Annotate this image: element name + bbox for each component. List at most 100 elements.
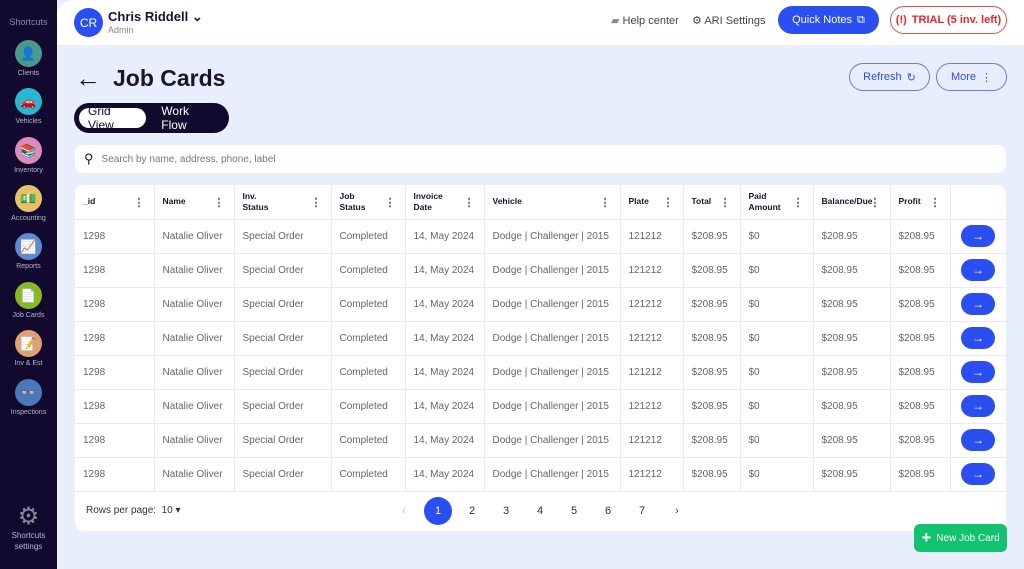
- tab-work-flow[interactable]: Work Flow: [152, 104, 224, 132]
- open-job-card-button[interactable]: →: [961, 225, 995, 247]
- sidebar-item-label: Inv & Est: [14, 360, 43, 367]
- sidebar-item-job-cards[interactable]: 📄 Job Cards: [0, 282, 57, 319]
- user-menu[interactable]: Chris Riddell ⌄: [108, 9, 203, 25]
- shortcuts-settings-button[interactable]: ⚙ Shortcuts settings: [0, 504, 57, 552]
- sidebar: Shortcuts 👤 Clients 🚗 Vehicles 📚 Inventory 💵 Ac…: [0, 0, 57, 569]
- refresh-label: Refresh: [863, 71, 902, 83]
- page-button[interactable]: 5: [560, 497, 588, 525]
- table-cell: $0: [740, 287, 814, 322]
- accounting-icon: 💵: [15, 185, 42, 212]
- table-row[interactable]: 1298 Natalie Oliver Special Order Completed…: [75, 457, 1006, 492]
- trial-button[interactable]: (!) TRIAL (5 inv. left): [890, 6, 1007, 34]
- page-button[interactable]: 2: [458, 497, 486, 525]
- open-job-card-button[interactable]: →: [961, 293, 995, 315]
- column-header[interactable]: Invoice Date ⋮: [405, 185, 485, 220]
- table-row[interactable]: 1298 Natalie Oliver Special Order Completed…: [75, 355, 1006, 390]
- back-arrow-icon[interactable]: ←: [75, 63, 101, 94]
- page-header: ← Job Cards: [75, 63, 225, 94]
- open-job-card-button[interactable]: →: [961, 395, 995, 417]
- table-cell: $208.95: [890, 457, 951, 492]
- column-menu-icon[interactable]: ⋮: [720, 196, 731, 209]
- user-name: Chris Riddell: [108, 9, 189, 24]
- table-cell: Special Order: [234, 287, 332, 322]
- sidebar-item-inspections[interactable]: 👓 Inspections: [0, 379, 57, 416]
- sidebar-item-inventory[interactable]: 📚 Inventory: [0, 137, 57, 174]
- column-header[interactable]: Vehicle ⋮: [484, 185, 621, 220]
- column-header[interactable]: [950, 185, 1006, 220]
- sidebar-item-accounting[interactable]: 💵 Accounting: [0, 185, 57, 222]
- page-button[interactable]: 4: [526, 497, 554, 525]
- column-menu-icon[interactable]: ⋮: [793, 196, 804, 209]
- column-menu-icon[interactable]: ⋮: [600, 196, 611, 209]
- user-role: Admin: [108, 25, 134, 35]
- column-header[interactable]: Job Status ⋮: [331, 185, 406, 220]
- view-toggle: Grid View Work Flow: [74, 103, 229, 133]
- table-cell: Natalie Oliver: [154, 321, 235, 356]
- table-cell: 1298: [75, 219, 155, 254]
- page-button[interactable]: 7: [628, 497, 656, 525]
- help-center-link[interactable]: ▰ Help center: [611, 14, 679, 27]
- table-row[interactable]: 1298 Natalie Oliver Special Order Completed…: [75, 287, 1006, 322]
- sidebar-item-inv-est[interactable]: 📝 Inv & Est: [0, 330, 57, 367]
- column-header[interactable]: Total ⋮: [683, 185, 741, 220]
- sidebar-item-reports[interactable]: 📈 Reports: [0, 233, 57, 270]
- table-row[interactable]: 1298 Natalie Oliver Special Order Completed…: [75, 423, 1006, 458]
- column-header-label: Invoice Date: [413, 190, 443, 212]
- column-menu-icon[interactable]: ⋮: [134, 196, 145, 209]
- column-header[interactable]: Paid Amount ⋮: [740, 185, 814, 220]
- column-header-label: _id: [83, 196, 96, 207]
- sidebar-item-label: Clients: [17, 70, 40, 77]
- column-header[interactable]: Balance/Due ⋮: [813, 185, 891, 220]
- column-menu-icon[interactable]: ⋮: [870, 196, 881, 209]
- table-cell: Completed: [331, 457, 406, 492]
- column-header[interactable]: _id ⋮: [75, 185, 155, 220]
- prev-page-button[interactable]: ‹: [390, 497, 418, 525]
- sidebar-item-clients[interactable]: 👤 Clients: [0, 40, 57, 77]
- page-button[interactable]: 1: [424, 497, 452, 525]
- table-row[interactable]: 1298 Natalie Oliver Special Order Completed…: [75, 253, 1006, 288]
- column-header[interactable]: Profit ⋮: [890, 185, 951, 220]
- avatar[interactable]: CR: [74, 8, 103, 37]
- table-cell: 121212: [620, 457, 684, 492]
- column-menu-icon[interactable]: ⋮: [930, 196, 941, 209]
- table-cell: $208.95: [683, 355, 741, 390]
- column-menu-icon[interactable]: ⋮: [464, 196, 475, 209]
- sidebar-item-vehicles[interactable]: 🚗 Vehicles: [0, 88, 57, 125]
- column-menu-icon[interactable]: ⋮: [385, 196, 396, 209]
- refresh-button[interactable]: Refresh ↻: [849, 63, 930, 91]
- table-cell: Special Order: [234, 253, 332, 288]
- open-job-card-button[interactable]: →: [961, 259, 995, 281]
- next-page-button[interactable]: ›: [663, 497, 691, 525]
- column-header[interactable]: Inv. Status ⋮: [234, 185, 332, 220]
- column-header[interactable]: Name ⋮: [154, 185, 235, 220]
- column-menu-icon[interactable]: ⋮: [663, 196, 674, 209]
- table-cell: $208.95: [813, 219, 891, 254]
- open-job-card-button[interactable]: →: [961, 361, 995, 383]
- gear-icon: ⚙: [17, 503, 40, 530]
- table-row[interactable]: 1298 Natalie Oliver Special Order Completed…: [75, 389, 1006, 424]
- table-cell: $208.95: [683, 321, 741, 356]
- rows-per-page[interactable]: Rows per page: 10 ▾: [86, 505, 181, 516]
- page-button[interactable]: 6: [594, 497, 622, 525]
- ari-settings-link[interactable]: ⚙ ARI Settings: [692, 14, 765, 27]
- quick-notes-button[interactable]: Quick Notes ⧉: [778, 6, 879, 34]
- table-cell: $208.95: [890, 253, 951, 288]
- table-cell: $0: [740, 457, 814, 492]
- tab-grid-view[interactable]: Grid View: [79, 104, 147, 132]
- table-cell: 14, May 2024: [405, 253, 485, 288]
- table-row[interactable]: 1298 Natalie Oliver Special Order Completed…: [75, 321, 1006, 356]
- more-button[interactable]: More ⋮: [936, 63, 1007, 91]
- new-job-card-button[interactable]: + New Job Card: [914, 524, 1007, 552]
- sidebar-item-label: Job Cards: [12, 312, 45, 319]
- column-menu-icon[interactable]: ⋮: [214, 196, 225, 209]
- refresh-icon: ↻: [906, 71, 916, 84]
- search-input[interactable]: [101, 153, 1006, 165]
- open-job-card-button[interactable]: →: [961, 463, 995, 485]
- open-job-card-button[interactable]: →: [961, 327, 995, 349]
- column-menu-icon[interactable]: ⋮: [311, 196, 322, 209]
- settings-label: Shortcuts: [11, 531, 46, 540]
- page-button[interactable]: 3: [492, 497, 520, 525]
- open-job-card-button[interactable]: →: [961, 429, 995, 451]
- table-row[interactable]: 1298 Natalie Oliver Special Order Completed…: [75, 219, 1006, 254]
- column-header[interactable]: Plate ⋮: [620, 185, 684, 220]
